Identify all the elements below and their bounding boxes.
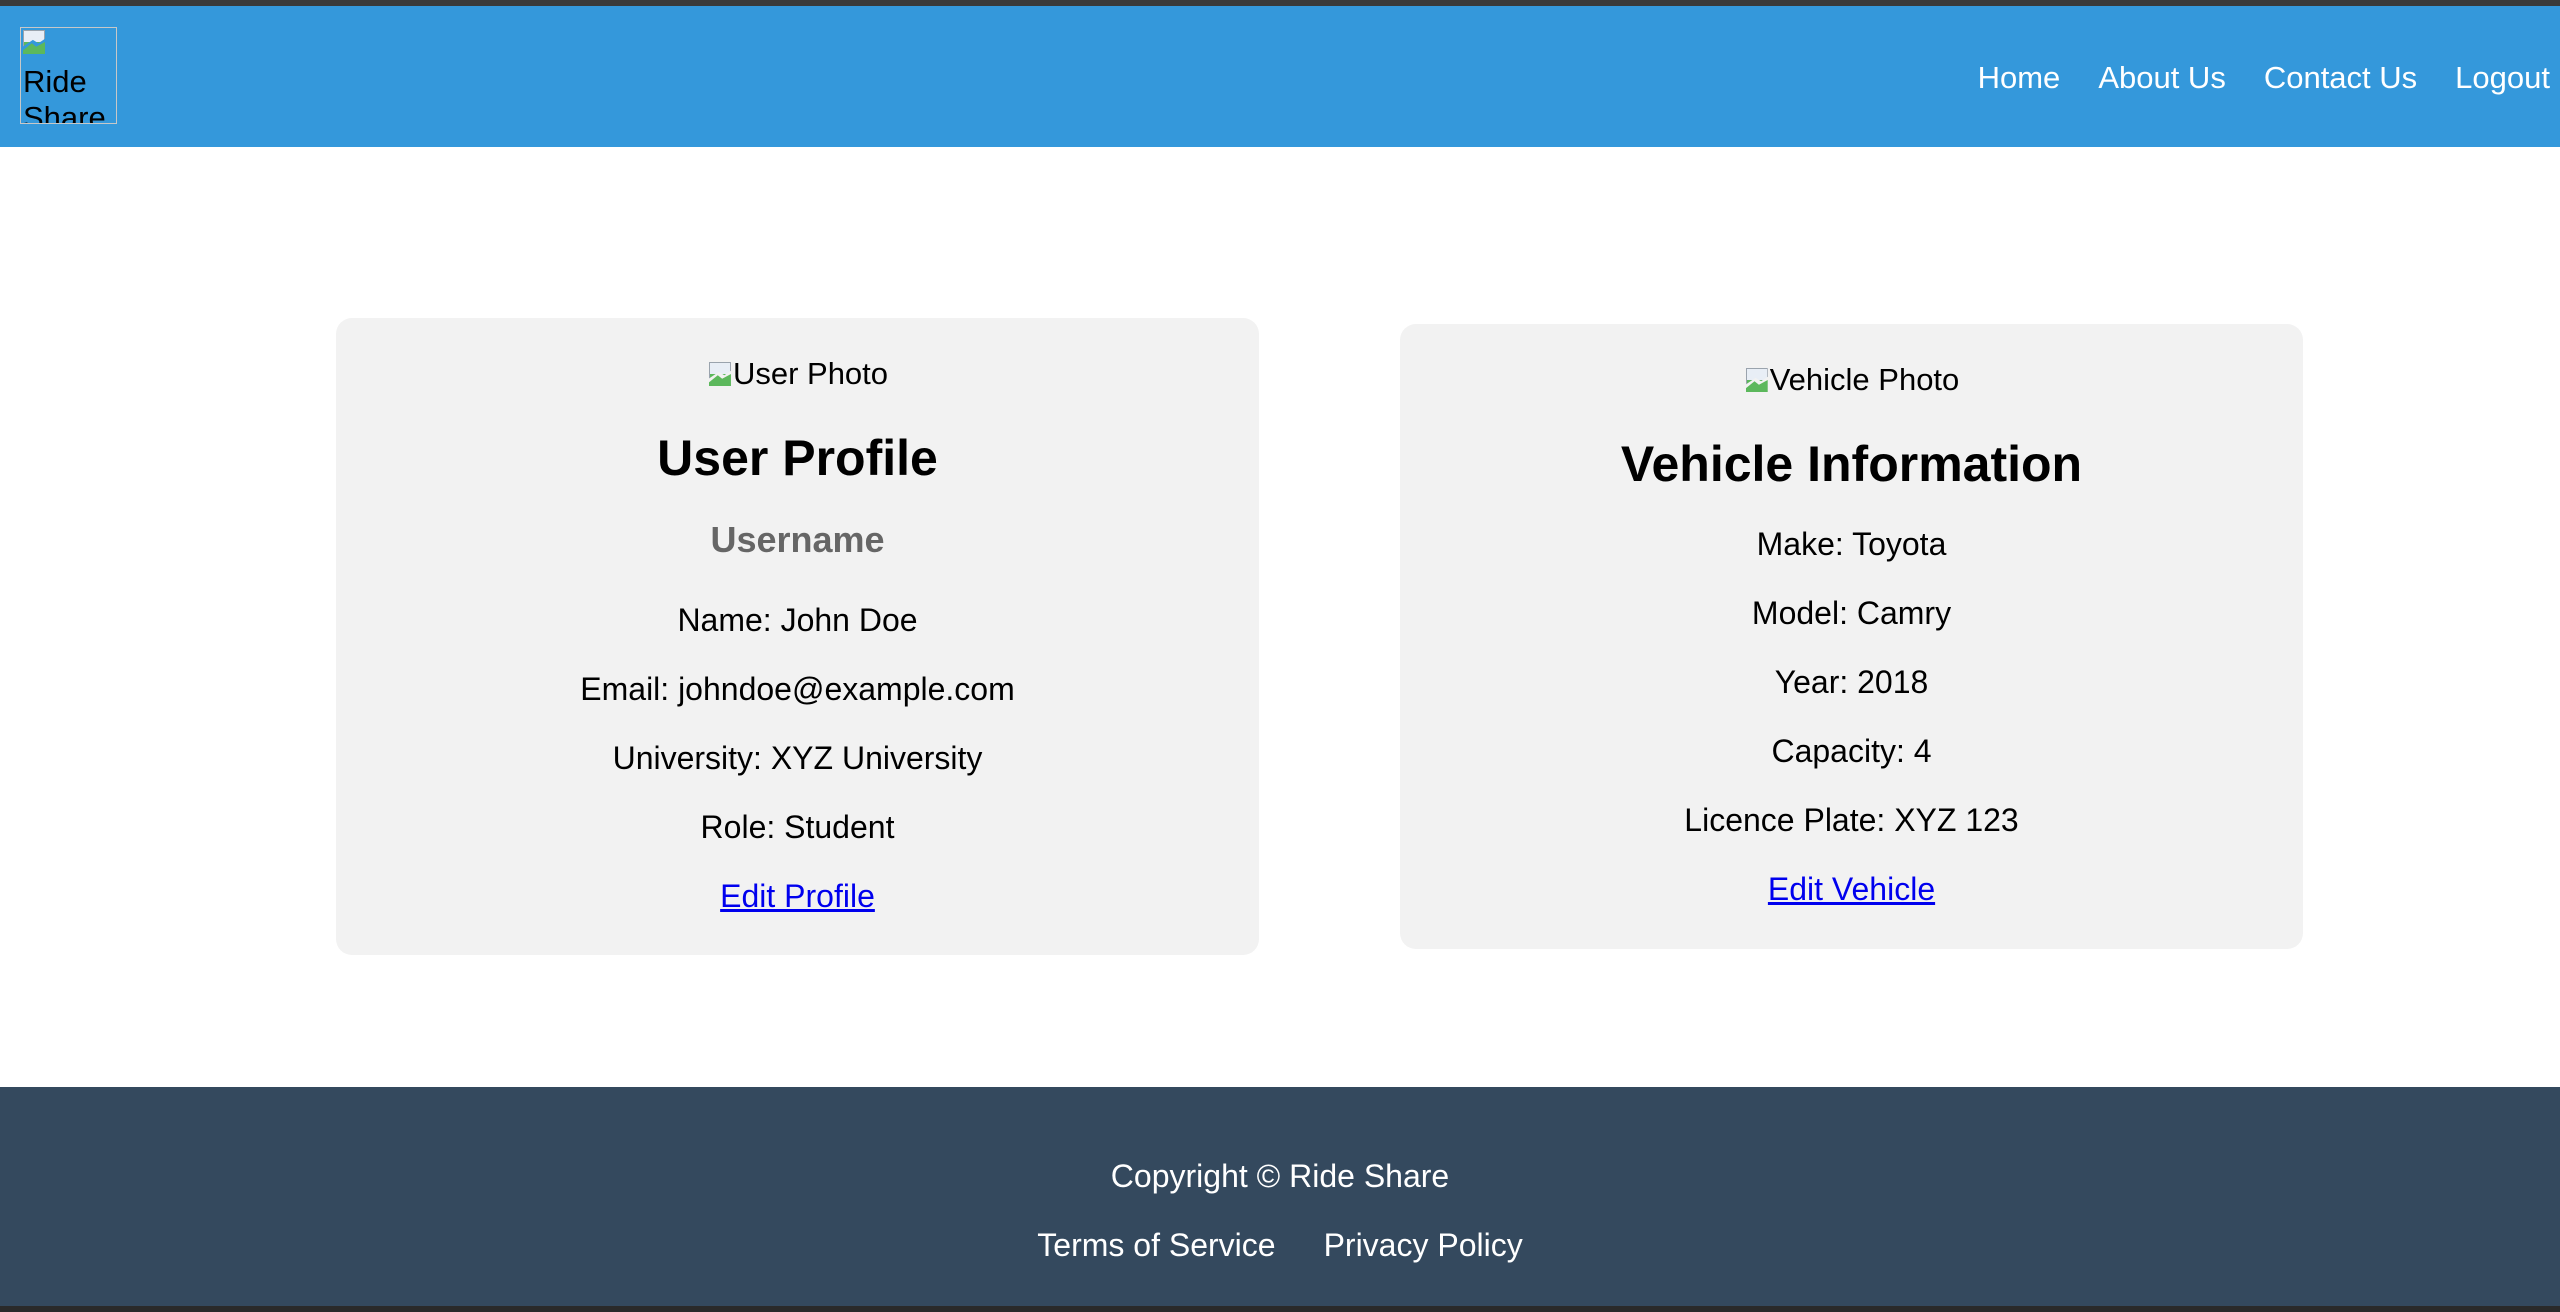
broken-image-icon [1744,366,1770,392]
user-profile-card: User Photo User Profile Username Name: J… [336,318,1259,955]
footer-links: Terms of Service Privacy Policy [0,1225,2560,1265]
edit-profile-link[interactable]: Edit Profile [336,876,1259,916]
site-header: Ride Share Home About Us Contact Us Logo… [0,6,2560,147]
copyright-text: Copyright © Ride Share [1110,1158,1450,1194]
nav-home-link[interactable]: Home [1978,58,2061,98]
username-heading: Username [710,519,885,560]
user-photo-alt-text: User Photo [732,356,889,391]
terms-of-service-link[interactable]: Terms of Service [1037,1225,1275,1265]
privacy-policy-link[interactable]: Privacy Policy [1324,1225,1523,1265]
vehicle-licence-plate: Licence Plate: XYZ 123 [1684,802,2019,838]
user-email: Email: johndoe@example.com [580,671,1015,707]
user-university: University: XYZ University [612,740,983,776]
nav-contact-link[interactable]: Contact Us [2264,58,2417,98]
vehicle-year: Year: 2018 [1774,664,1929,700]
vehicle-photo-alt-text: Vehicle Photo [1769,362,1960,397]
broken-image-icon [21,28,47,54]
logo[interactable]: Ride Share [20,27,117,124]
user-profile-title: User Profile [657,430,938,486]
site-footer: Copyright © Ride Share Terms of Service … [0,1087,2560,1306]
vehicle-make: Make: Toyota [1756,526,1947,562]
vehicle-capacity: Capacity: 4 [1771,733,1932,769]
user-photo: User Photo [336,354,1259,394]
nav-about-link[interactable]: About Us [2098,58,2226,98]
vehicle-info-card: Vehicle Photo Vehicle Information Make: … [1400,324,2303,949]
main-nav: Home About Us Contact Us Logout [1978,58,2550,98]
user-role: Role: Student [700,809,895,845]
window-bottom-border [0,1306,2560,1312]
edit-vehicle-link[interactable]: Edit Vehicle [1400,869,2303,909]
page: Ride Share Home About Us Contact Us Logo… [0,0,2560,1312]
broken-image-icon [707,360,733,386]
nav-logout-link[interactable]: Logout [2455,58,2550,98]
vehicle-photo: Vehicle Photo [1400,360,2303,400]
vehicle-info-title: Vehicle Information [1620,436,2083,492]
user-name: Name: John Doe [677,602,918,638]
vehicle-model: Model: Camry [1751,595,1952,631]
logo-alt-text: Ride Share [23,64,106,124]
